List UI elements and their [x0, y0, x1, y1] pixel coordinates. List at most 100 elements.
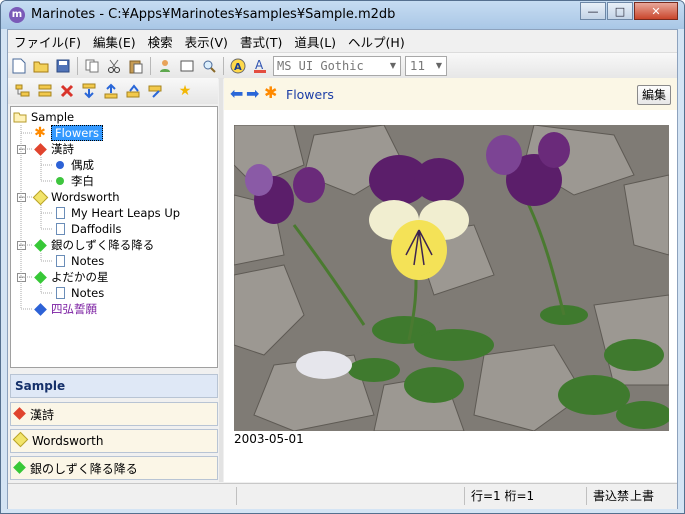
maximize-button[interactable]: □: [607, 2, 633, 20]
tree-item-label: Wordsworth: [51, 190, 120, 204]
tree-item-label: Notes: [71, 254, 105, 268]
font-style-icon[interactable]: A: [227, 55, 249, 77]
tree-item-flowers[interactable]: ✱ Flowers: [33, 125, 104, 141]
outdent-icon[interactable]: [122, 80, 144, 102]
back-arrow-icon[interactable]: ⬅: [230, 84, 243, 103]
collapse-toggle[interactable]: −: [17, 145, 26, 155]
window-controls: — □ ✕: [579, 2, 678, 20]
font-color-icon[interactable]: A: [249, 55, 271, 77]
tree-item-gusei[interactable]: 偶成: [53, 157, 94, 173]
star-icon[interactable]: ★: [174, 80, 196, 102]
menu-view[interactable]: 表示(V): [179, 32, 234, 51]
new-file-icon[interactable]: [8, 55, 30, 77]
menu-help[interactable]: ヘルプ(H): [342, 32, 411, 51]
page-header: ⬅ ➡ ✱ Flowers 編集: [224, 78, 677, 111]
blue-diamond-icon: [33, 302, 47, 316]
yellow-diamond-icon: [12, 431, 29, 448]
font-size-select[interactable]: 11 ▼: [405, 56, 447, 76]
save-icon[interactable]: [52, 55, 74, 77]
outline-tree[interactable]: Sample ✱ Flowers − 漢詩 偶成 李白 − Wordsworth…: [10, 106, 218, 368]
pane-splitter[interactable]: [219, 78, 223, 482]
menu-tools[interactable]: 道具(L): [288, 32, 342, 51]
move-up-icon[interactable]: [100, 80, 122, 102]
page-title: Flowers: [286, 87, 334, 102]
minimize-button[interactable]: —: [580, 2, 606, 20]
red-diamond-icon: [13, 407, 26, 421]
section-label: Sample: [15, 379, 66, 393]
section-gin[interactable]: 銀のしずく降る降る: [10, 456, 218, 480]
copy-icon[interactable]: [81, 55, 103, 77]
window-icon[interactable]: [176, 55, 198, 77]
menu-edit[interactable]: 編集(E): [87, 32, 142, 51]
tree-item-label: Daffodils: [71, 222, 122, 236]
open-folder-icon[interactable]: [30, 55, 52, 77]
forward-arrow-icon[interactable]: ➡: [246, 84, 259, 103]
edit-button[interactable]: 編集: [637, 85, 671, 105]
paste-icon[interactable]: [125, 55, 147, 77]
section-label: 銀のしずく降る降る: [30, 461, 138, 476]
flower-photo: [234, 125, 669, 431]
tree-item-shigu[interactable]: 四弘誓願: [33, 301, 97, 317]
collapse-toggle[interactable]: −: [17, 241, 26, 251]
section-sample[interactable]: Sample: [10, 374, 218, 398]
title-bar[interactable]: m Marinotes - C:¥Apps¥Marinotes¥samples¥…: [1, 1, 684, 29]
edit-node-icon[interactable]: [144, 80, 166, 102]
green-dot-icon: [53, 174, 67, 188]
menu-format[interactable]: 書式(T): [234, 32, 288, 51]
menu-file[interactable]: ファイル(F): [8, 32, 87, 51]
font-name-select[interactable]: MS UI Gothic ▼: [273, 56, 401, 76]
blue-dot-icon: [53, 158, 67, 172]
section-kanshi[interactable]: 漢詩: [10, 402, 218, 426]
toolbar-separator: [223, 57, 224, 75]
delete-icon[interactable]: [56, 80, 78, 102]
notebook-icon: [13, 110, 27, 124]
client-area: ファイル(F) 編集(E) 検索 表示(V) 書式(T) 道具(L) ヘルプ(H…: [7, 29, 678, 509]
tree-item-yodaka-notes[interactable]: Notes: [53, 285, 104, 301]
tree-item-rihaku[interactable]: 李白: [53, 173, 94, 189]
svg-text:A: A: [255, 58, 264, 72]
tree-root[interactable]: Sample: [13, 109, 74, 125]
tree-item-my-heart[interactable]: My Heart Leaps Up: [53, 205, 180, 221]
tree-item-kanshi[interactable]: 漢詩: [33, 141, 74, 157]
main-toolbar: A A MS UI Gothic ▼ 11 ▼: [8, 52, 677, 79]
tree-toolbar: ★: [8, 78, 218, 104]
tree-item-label: Notes: [71, 286, 105, 300]
tree-item-label: 偶成: [71, 158, 94, 172]
move-down-icon[interactable]: [78, 80, 100, 102]
green-diamond-icon: [33, 238, 47, 252]
tree-item-wordsworth[interactable]: Wordsworth: [32, 189, 120, 205]
add-sibling-icon[interactable]: [34, 80, 56, 102]
note-content[interactable]: 2003-05-01: [224, 110, 677, 482]
cut-icon[interactable]: [103, 55, 125, 77]
tree-item-label: Flowers: [51, 125, 104, 141]
status-blank: [236, 487, 464, 505]
tree-item-label: よだかの星: [51, 270, 109, 284]
photo-caption: 2003-05-01: [234, 432, 304, 446]
section-label: 漢詩: [30, 407, 55, 422]
tree-item-label: My Heart Leaps Up: [71, 206, 181, 220]
tree-item-daffodils[interactable]: Daffodils: [53, 221, 122, 237]
toolbar-separator: [150, 57, 151, 75]
flower-icon: ✱: [264, 83, 278, 102]
section-wordsworth[interactable]: Wordsworth: [10, 429, 218, 453]
add-child-icon[interactable]: [12, 80, 34, 102]
tree-item-gin[interactable]: 銀のしずく降る降る: [33, 237, 154, 253]
close-button[interactable]: ✕: [634, 2, 678, 20]
status-message: [8, 487, 236, 505]
svg-text:A: A: [234, 62, 242, 73]
collapse-toggle[interactable]: −: [17, 193, 26, 203]
tree-item-gin-notes[interactable]: Notes: [53, 253, 104, 269]
tree-item-yodaka[interactable]: よだかの星: [33, 269, 109, 285]
tree-item-label: 漢詩: [51, 142, 74, 156]
menu-search[interactable]: 検索: [142, 32, 179, 51]
collapse-toggle[interactable]: −: [17, 273, 26, 283]
tree-root-label: Sample: [31, 110, 75, 124]
toolbar-separator: [77, 57, 78, 75]
user-icon[interactable]: [154, 55, 176, 77]
red-diamond-icon: [33, 142, 47, 156]
zoom-icon[interactable]: [198, 55, 220, 77]
yellow-diamond-icon: [32, 189, 48, 205]
app-window: m Marinotes - C:¥Apps¥Marinotes¥samples¥…: [0, 0, 685, 514]
menu-bar: ファイル(F) 編集(E) 検索 表示(V) 書式(T) 道具(L) ヘルプ(H…: [8, 30, 677, 52]
font-size-value: 11: [410, 59, 426, 73]
